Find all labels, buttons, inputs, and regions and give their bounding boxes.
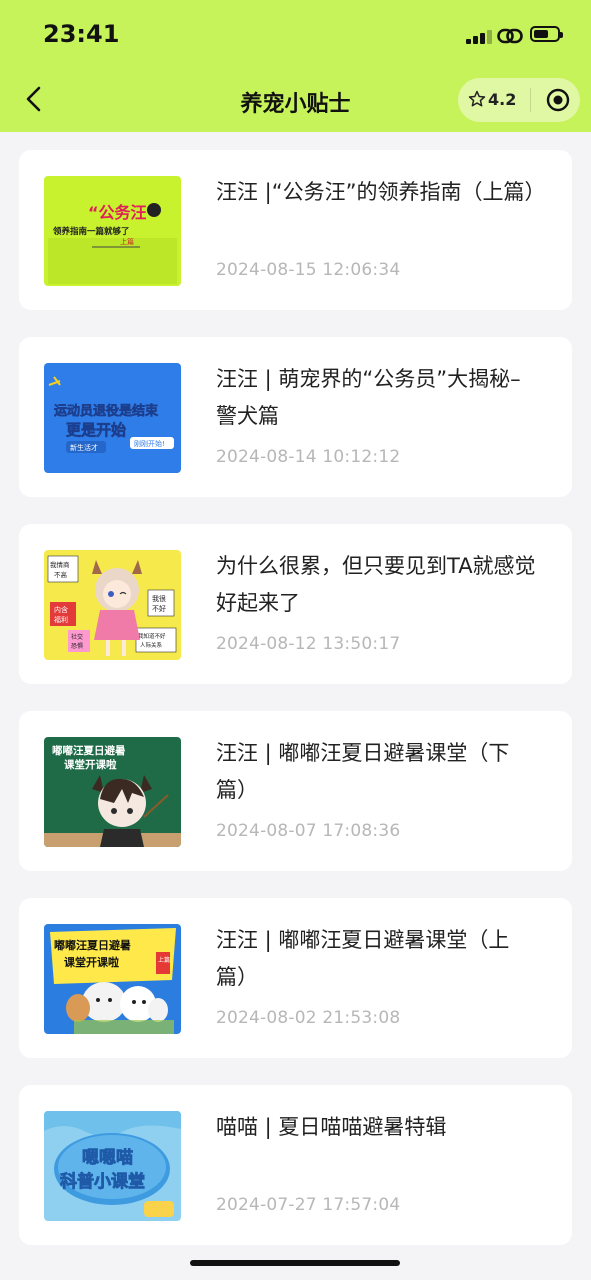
article-thumbnail: “公务汪” 领养指南一篇就够了 上篇 — [44, 176, 181, 286]
nav-bar: 养宠小贴士 4.2 — [0, 70, 591, 130]
target-icon[interactable] — [538, 88, 578, 112]
article-date: 2024-08-15 12:06:34 — [216, 260, 401, 280]
hotspot-link-icon — [497, 28, 523, 44]
thumb-line: 不高 — [54, 570, 68, 579]
article-thumbnail: 嘟嘟汪夏日避暑 课堂开课啦 上篇 — [44, 924, 181, 1034]
article-date: 2024-08-12 13:50:17 — [216, 634, 401, 654]
status-bar: 23:41 — [0, 0, 591, 70]
thumb-line: 嗯嗯喵 — [82, 1148, 133, 1168]
thumb-line: 人际关系 — [140, 641, 163, 649]
article-card[interactable]: 我情商 不高 内含 福利 我很 不好 社交 恐惧 我知道不好 人际关系 为什么很… — [19, 524, 572, 684]
home-indicator — [190, 1260, 400, 1266]
article-card[interactable]: “公务汪” 领养指南一篇就够了 上篇 汪汪 |“公务汪”的领养指南（上篇） 20… — [19, 150, 572, 310]
thumb-line: 上篇 — [158, 956, 170, 964]
thumb-line: 上篇 — [120, 237, 134, 246]
article-card[interactable]: 嘟嘟汪夏日避暑 课堂开课啦 上篇 汪汪 | 嘟嘟汪夏日避暑课堂（上篇） 2024… — [19, 898, 572, 1058]
rating-value[interactable]: 4.2 — [488, 90, 516, 109]
article-thumbnail: 嘟嘟汪夏日避暑 课堂开课啦 — [44, 737, 181, 847]
thumb-line: 恐惧 — [71, 642, 83, 650]
thumb-line: 领养指南一篇就够了 — [52, 226, 130, 237]
thumb-line: 福利 — [54, 615, 68, 624]
article-title: 汪汪 |“公务汪”的领养指南（上篇） — [216, 180, 546, 204]
thumb-line: 科普小课堂 — [60, 1171, 145, 1192]
thumb-line: 内含 — [54, 605, 68, 614]
thumb-line: 课堂开课啦 — [64, 955, 119, 969]
battery-icon — [530, 26, 563, 42]
thumb-line: 我情商 — [50, 560, 70, 569]
thumb-line: 我很 — [152, 594, 166, 603]
thumb-line: 嘟嘟汪夏日避暑 — [54, 938, 131, 952]
thumb-line: 我知道不好 — [138, 632, 166, 640]
article-date: 2024-08-02 21:53:08 — [216, 1008, 401, 1028]
capsule-divider — [530, 88, 531, 112]
thumb-line: 嘟嘟汪夏日避暑 — [52, 744, 126, 757]
article-card[interactable]: 嗯嗯喵 科普小课堂 喵喵 | 夏日喵喵避暑特辑 2024-07-27 17:57… — [19, 1085, 572, 1245]
status-time: 23:41 — [43, 20, 120, 48]
article-title: 汪汪 | 嘟嘟汪夏日避暑课堂（上篇） — [216, 928, 510, 989]
thumb-line: 课堂开课啦 — [64, 758, 117, 771]
thumb-line: 刚刚开始! — [134, 439, 165, 448]
article-thumbnail: 嗯嗯喵 科普小课堂 — [44, 1111, 181, 1221]
thumb-line: 新生活才 — [70, 443, 98, 452]
thumb-line: 不好 — [152, 604, 166, 613]
article-thumbnail: 运动员退役是结束 更是开始 新生活才 刚刚开始! — [44, 363, 181, 473]
header-bar: 23:41 养宠小贴士 4.2 — [0, 0, 591, 132]
article-title: 汪汪 | 嘟嘟汪夏日避暑课堂（下篇） — [216, 741, 510, 802]
signal-icon — [466, 28, 492, 44]
thumb-line: 社交 — [71, 633, 83, 641]
article-date: 2024-08-07 17:08:36 — [216, 821, 401, 841]
article-card[interactable]: 嘟嘟汪夏日避暑 课堂开课啦 汪汪 | 嘟嘟汪夏日避暑课堂（下篇） 2024-08… — [19, 711, 572, 871]
thumb-line: 运动员退役是结束 — [54, 403, 159, 419]
article-card[interactable]: 运动员退役是结束 更是开始 新生活才 刚刚开始! 汪汪 | 萌宠界的“公务员”大… — [19, 337, 572, 497]
article-thumbnail: 我情商 不高 内含 福利 我很 不好 社交 恐惧 我知道不好 人际关系 — [44, 550, 181, 660]
article-title: 汪汪 | 萌宠界的“公务员”大揭秘–警犬篇 — [216, 367, 521, 428]
star-icon[interactable] — [468, 90, 486, 108]
article-date: 2024-08-14 10:12:12 — [216, 447, 401, 467]
mini-program-capsule: 4.2 — [458, 78, 580, 122]
article-title: 喵喵 | 夏日喵喵避暑特辑 — [216, 1115, 447, 1139]
article-date: 2024-07-27 17:57:04 — [216, 1195, 401, 1215]
article-title: 为什么很累，但只要见到TA就感觉好起来了 — [216, 554, 536, 615]
thumb-line: “公务汪” — [88, 203, 157, 222]
thumb-line: 更是开始 — [66, 421, 126, 439]
